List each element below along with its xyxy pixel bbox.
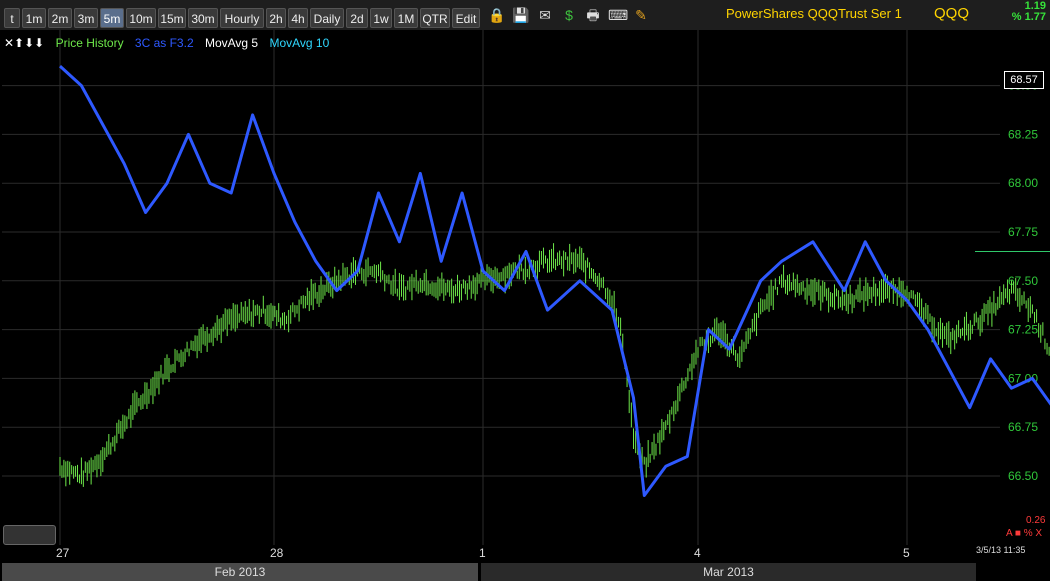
y-tick-label: 68.00 [1008,176,1038,190]
timestamp: 3/5/13 11:35 [976,545,1026,555]
y-tick-label: 67.50 [1008,274,1038,288]
last-price-tag: 68.57 [1004,71,1044,89]
legend-3c[interactable]: 3C as F3.2 [135,36,194,50]
legend-movavg-10[interactable]: MovAvg 10 [269,36,329,50]
axis-controls[interactable]: A ■ % X [1006,528,1042,539]
y-tick-label: 68.25 [1008,127,1038,141]
price-chart[interactable]: 66.5066.7567.0067.2567.5067.7568.0068.25… [0,0,1050,581]
y-tick-label: 66.50 [1008,469,1038,483]
x-tick-label: 28 [270,546,284,560]
x-tick-label: 5 [903,546,910,560]
legend-movavg-5[interactable]: MovAvg 5 [205,36,258,50]
scroll-button[interactable] [3,525,56,545]
y-tick-label: 66.75 [1008,420,1038,434]
month-bar: Feb 2013 Mar 2013 [0,563,1050,581]
month-mar: Mar 2013 [481,563,976,581]
chart-legend: ✕⬆⬇⬇ Price History 3C as F3.2 MovAvg 5 M… [4,36,337,50]
month-feb: Feb 2013 [2,563,478,581]
legend-price-history[interactable]: Price History [56,36,124,50]
x-tick-label: 4 [694,546,701,560]
x-tick-label: 1 [479,546,486,560]
legend-arrows-icon[interactable]: ✕⬆⬇⬇ [4,36,44,50]
y-tick-label: 67.25 [1008,323,1038,337]
x-tick-label: 27 [56,546,70,560]
indicator-value: 0.26 [1026,515,1046,526]
y-tick-label: 67.75 [1008,225,1038,239]
